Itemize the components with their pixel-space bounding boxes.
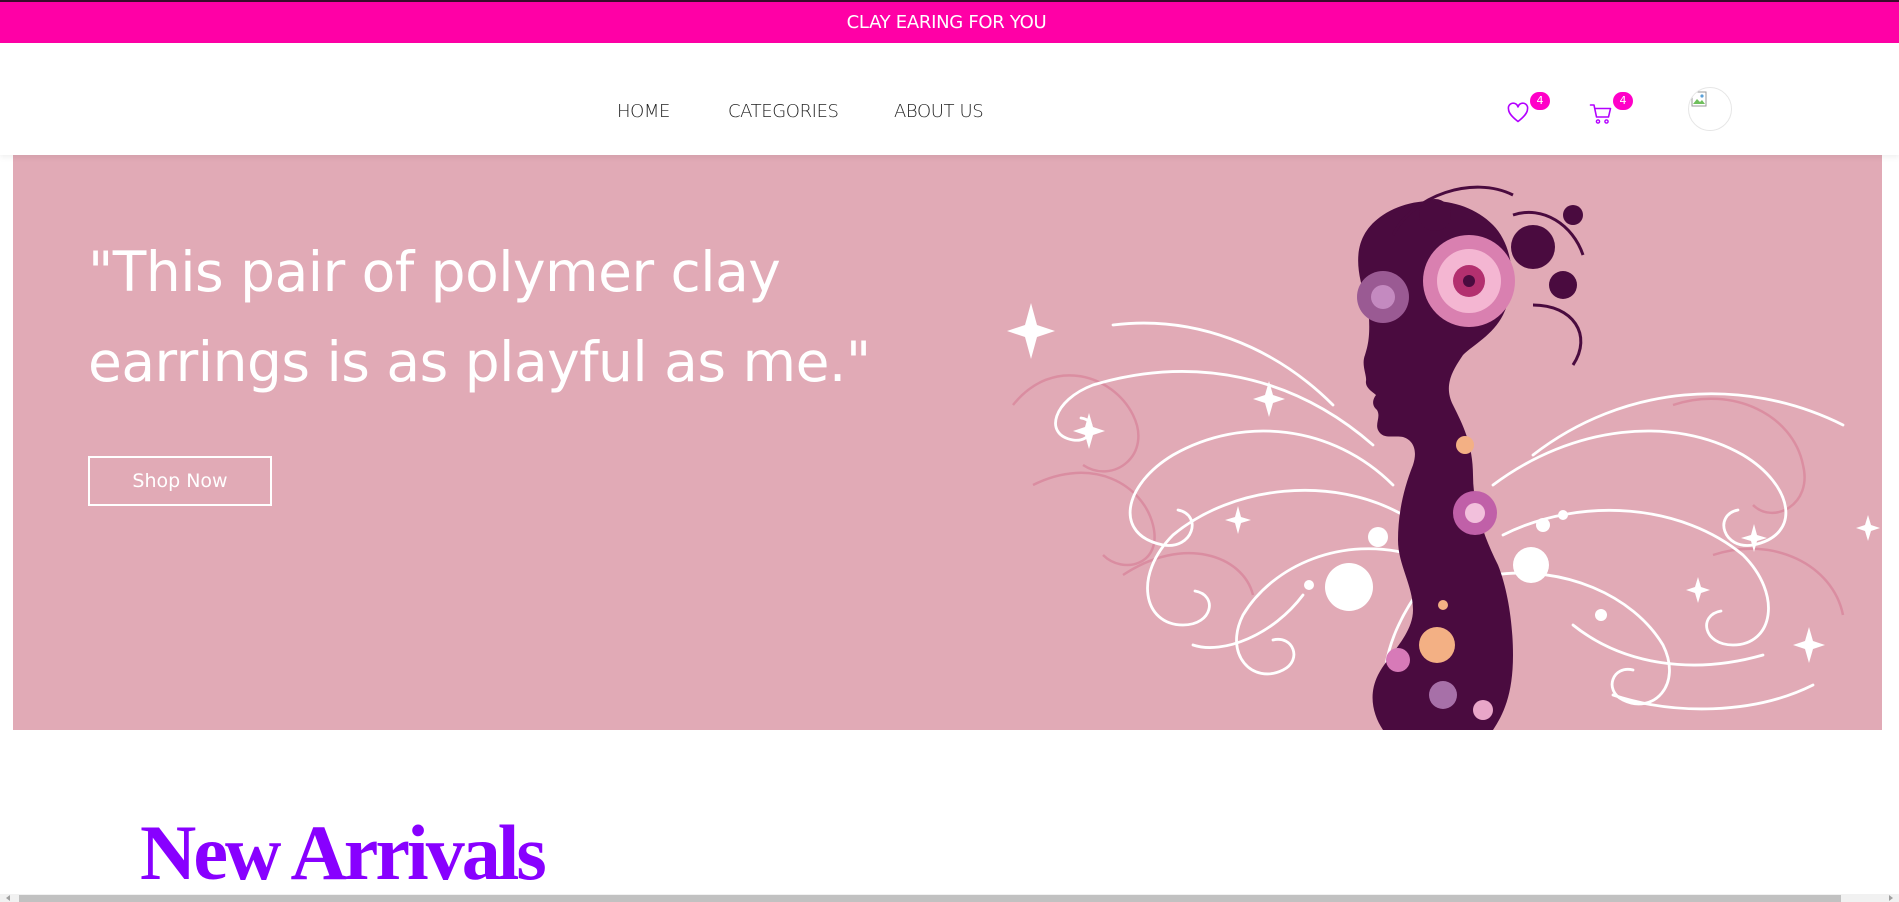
announcement-bar: CLAY EARING FOR YOU bbox=[0, 2, 1899, 43]
new-arrivals-heading: New Arrivals bbox=[140, 809, 547, 896]
broken-image-icon bbox=[1691, 91, 1707, 107]
navbar: HOME CATEGORIES ABOUT US 4 4 bbox=[0, 43, 1899, 155]
heart-icon bbox=[1507, 102, 1529, 123]
scrollbar-thumb[interactable] bbox=[19, 895, 1841, 902]
nav-about-us-link[interactable]: ABOUT US bbox=[894, 101, 984, 122]
hero-banner: "This pair of polymer clay earrings is a… bbox=[13, 155, 1882, 730]
nav-categories-link[interactable]: CATEGORIES bbox=[728, 101, 839, 122]
user-avatar[interactable] bbox=[1688, 87, 1732, 131]
wishlist-count-badge: 4 bbox=[1530, 92, 1550, 110]
woman-silhouette-illustration bbox=[1007, 185, 1880, 730]
cart-button[interactable]: 4 bbox=[1589, 92, 1633, 128]
page: CLAY EARING FOR YOU HOME CATEGORIES ABOU… bbox=[0, 0, 1899, 902]
hero-quote: "This pair of polymer clay earrings is a… bbox=[88, 240, 871, 394]
cart-icon bbox=[1589, 104, 1612, 124]
wishlist-button[interactable]: 4 bbox=[1506, 92, 1550, 128]
scroll-left-arrow-icon[interactable] bbox=[0, 894, 16, 902]
announcement-text: CLAY EARING FOR YOU bbox=[846, 12, 1047, 33]
shop-now-button[interactable]: Shop Now bbox=[88, 456, 272, 506]
horizontal-scrollbar[interactable] bbox=[0, 894, 1899, 902]
scroll-right-arrow-icon[interactable] bbox=[1883, 894, 1899, 902]
nav-home-link[interactable]: HOME bbox=[617, 101, 670, 122]
cart-count-badge: 4 bbox=[1613, 92, 1633, 110]
